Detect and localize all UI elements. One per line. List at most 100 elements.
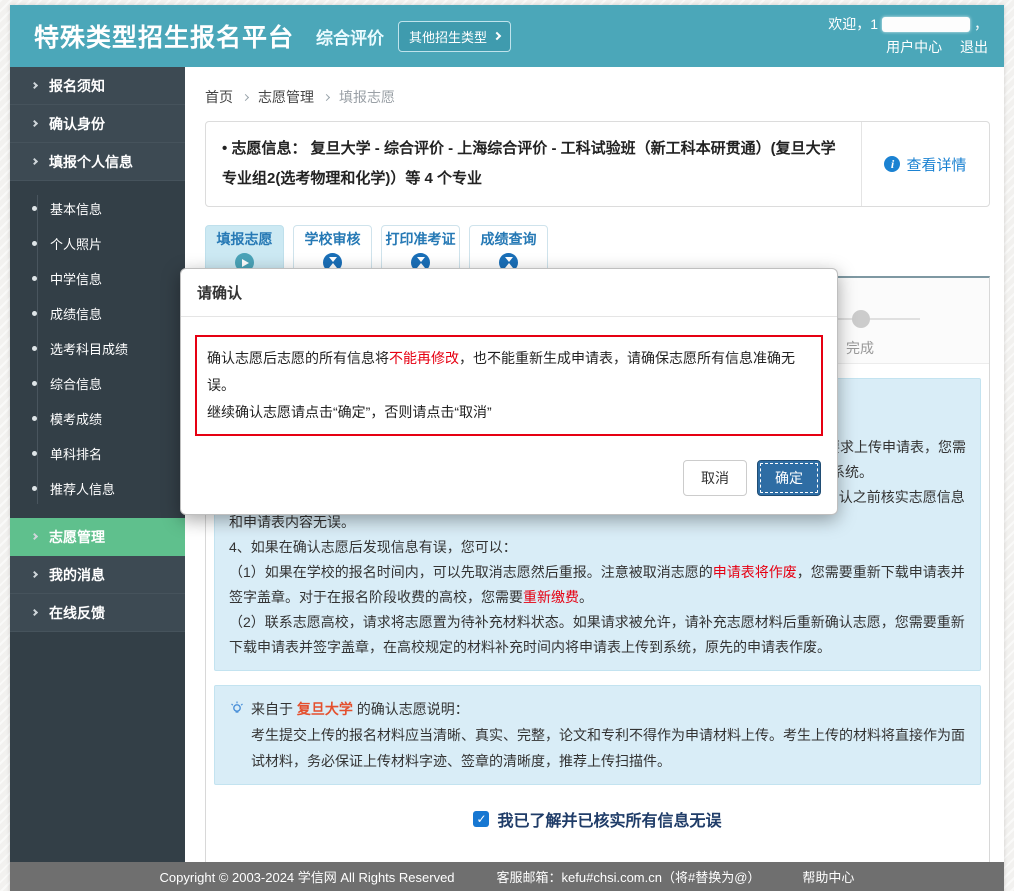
sidebar-subitem-label: 模考成绩 [50,409,102,428]
bullet-icon [32,311,37,316]
cancel-button[interactable]: 取消 [683,460,747,496]
sidebar-subitem-photo[interactable]: 个人照片 [10,226,185,261]
page-footer: Copyright © 2003-2024 学信网 All Rights Res… [10,862,1004,891]
bullet-icon [32,416,37,421]
chevron-right-icon [493,32,501,40]
university-note-title: 来自于 复旦大学 的确认志愿说明： [251,696,469,722]
user-welcome-area: 欢迎，1 ， 用户中心 退出 [828,13,988,59]
dialog-warning-line: 确认志愿后志愿的所有信息将不能再修改，也不能重新生成申请表，请确保志愿所有信息准… [207,345,811,399]
sidebar-item-feedback[interactable]: 在线反馈 [10,594,185,632]
service-email-text: 客服邮箱：kefu#chsi.com.cn（将#替换为@） [497,867,761,886]
lightbulb-icon [229,701,245,717]
bullet-icon [32,381,37,386]
sidebar-item-label: 确认身份 [49,114,105,134]
sidebar-subitem-label: 个人照片 [50,234,102,253]
sidebar-item-notice[interactable]: 报名须知 [10,67,185,105]
checkbox-checked-icon[interactable]: ✓ [473,811,489,827]
help-center-link[interactable]: 帮助中心 [802,867,854,886]
chevron-right-icon [31,571,38,578]
instruction-line: （1）如果在学校的报名时间内，可以先取消志愿然后重报。注意被取消志愿的申请表将作… [229,560,966,610]
ok-button[interactable]: 确定 [757,460,821,496]
chevron-right-icon [242,93,249,100]
logout-link[interactable]: 退出 [960,39,988,55]
platform-subtitle: 综合评价 [316,24,384,49]
bullet-icon [32,241,37,246]
sidebar-subitem-recommender[interactable]: 推荐人信息 [10,471,185,506]
sidebar-subitem-school-info[interactable]: 中学信息 [10,261,185,296]
chevron-right-icon [31,158,38,165]
sidebar-subitem-comprehensive[interactable]: 综合信息 [10,366,185,401]
instruction-line: 4、如果在确认志愿后发现信息有误，您可以： [229,535,966,560]
volunteer-info-label: 志愿信息： [231,140,306,157]
sidebar-item-label: 填报个人信息 [49,152,133,172]
platform-title: 特殊类型招生报名平台 [34,18,294,54]
other-enrollment-types-button[interactable]: 其他招生类型 [398,21,511,52]
step-done-dot [852,310,870,328]
volunteer-info-value: 复旦大学 - 综合评价 - 上海综合评价 - 工科试验班（新工科本研贯通）(复旦… [222,140,836,187]
tab-label: 学校审核 [305,229,361,249]
bullet-icon [32,206,37,211]
sidebar-subitem-label: 综合信息 [50,374,102,393]
tab-label: 打印准考证 [386,229,456,249]
university-note-body: 考生提交上传的报名材料应当清晰、真实、完整，论文和专利不得作为申请材料上传。考生… [229,722,966,774]
sidebar-item-personal-info[interactable]: 填报个人信息 [10,143,185,181]
sidebar-subitem-basic-info[interactable]: 基本信息 [10,191,185,226]
sidebar-item-label: 我的消息 [49,565,105,585]
sidebar-item-label: 在线反馈 [49,603,105,623]
sidebar-subitem-label: 推荐人信息 [50,479,115,498]
view-details-link[interactable]: i 查看详情 [861,122,989,206]
sidebar-subitem-label: 基本信息 [50,199,102,218]
welcome-comma: ， [974,13,988,36]
sidebar-item-volunteer-management[interactable]: 志愿管理 [10,518,185,556]
confirm-checkbox-row[interactable]: ✓ 我已了解并已核实所有信息无误 [473,807,721,831]
dialog-warning-box: 确认志愿后志愿的所有信息将不能再修改，也不能重新生成申请表，请确保志愿所有信息准… [195,335,823,436]
sidebar-subitem-label: 选考科目成绩 [50,339,128,358]
tab-label: 填报志愿 [217,229,273,249]
confirm-dialog: 请确认 确认志愿后志愿的所有信息将不能再修改，也不能重新生成申请表，请确保志愿所… [180,268,838,515]
sidebar-sublist: 基本信息 个人照片 中学信息 成绩信息 选考科目成绩 综合信息 模考成绩 单科排… [10,181,185,518]
breadcrumb-home[interactable]: 首页 [205,87,233,107]
chevron-right-icon [31,120,38,127]
welcome-text: 欢迎，1 [828,13,878,36]
copyright-text: Copyright © 2003-2024 学信网 All Rights Res… [160,867,455,886]
sidebar: 报名须知 确认身份 填报个人信息 基本信息 个人照片 中学信息 成绩信息 选考科… [10,67,185,891]
breadcrumb-current: 填报志愿 [339,87,395,107]
sidebar-item-messages[interactable]: 我的消息 [10,556,185,594]
sidebar-subitem-mock-exam[interactable]: 模考成绩 [10,401,185,436]
sidebar-subitem-label: 中学信息 [50,269,102,288]
other-types-label: 其他招生类型 [409,27,487,46]
sidebar-subitem-label: 单科排名 [50,444,102,463]
volunteer-info-text: • 志愿信息： 复旦大学 - 综合评价 - 上海综合评价 - 工科试验班（新工科… [206,122,861,206]
bullet-icon [32,276,37,281]
breadcrumb: 首页 志愿管理 填报志愿 [201,81,992,107]
bullet-icon [32,451,37,456]
volunteer-info-box: • 志愿信息： 复旦大学 - 综合评价 - 上海综合评价 - 工科试验班（新工科… [205,121,990,207]
chevron-right-icon [323,93,330,100]
redacted-username [882,17,970,32]
chevron-right-icon [31,533,38,540]
view-details-label: 查看详情 [906,154,966,175]
bullet-icon [32,346,37,351]
confirm-checkbox-label: 我已了解并已核实所有信息无误 [497,807,721,831]
chevron-right-icon [31,609,38,616]
bullet-icon: • [222,140,227,157]
sidebar-subitem-label: 成绩信息 [50,304,102,323]
tab-label: 成绩查询 [481,229,537,249]
sidebar-item-label: 志愿管理 [49,527,105,547]
breadcrumb-volunteer-management[interactable]: 志愿管理 [258,87,314,107]
step-done-label: 完成 [846,338,874,358]
instruction-line: （2）联系志愿高校，请求将志愿置为待补充材料状态。如果请求被允许，请补充志愿材料… [229,610,966,660]
university-note-box: 来自于 复旦大学 的确认志愿说明： 考生提交上传的报名材料应当清晰、真实、完整，… [214,685,981,785]
bullet-icon [32,486,37,491]
sidebar-subitem-grades[interactable]: 成绩信息 [10,296,185,331]
dialog-warning-line: 继续确认志愿请点击“确定”，否则请点击“取消” [207,399,811,426]
sidebar-item-label: 报名须知 [49,76,105,96]
info-icon: i [884,156,900,172]
chevron-right-icon [31,82,38,89]
sidebar-subitem-subject-scores[interactable]: 选考科目成绩 [10,331,185,366]
top-header: 特殊类型招生报名平台 综合评价 其他招生类型 欢迎，1 ， 用户中心 退出 [10,5,1004,67]
sidebar-item-identity[interactable]: 确认身份 [10,105,185,143]
dialog-title: 请确认 [181,269,837,317]
user-center-link[interactable]: 用户中心 [886,39,942,55]
sidebar-subitem-subject-rank[interactable]: 单科排名 [10,436,185,471]
